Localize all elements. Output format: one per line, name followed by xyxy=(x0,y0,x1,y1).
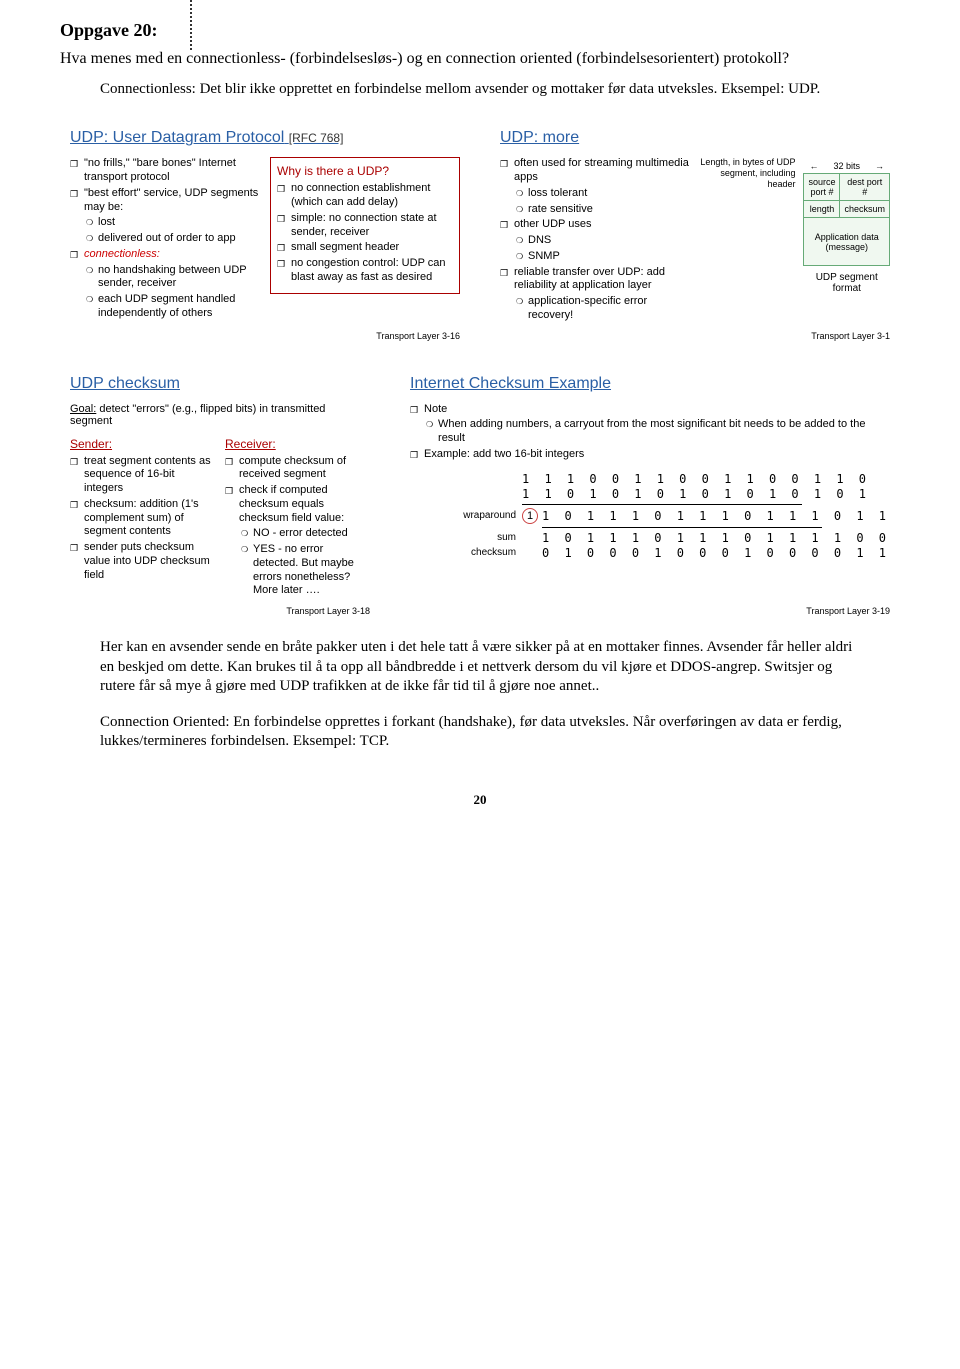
slide3-goal: Goal: detect "errors" (e.g., flipped bit… xyxy=(70,403,370,427)
bin-r4: 1 0 1 1 1 0 1 1 1 0 1 1 1 1 0 0 xyxy=(542,531,890,545)
task-answer-top: Connectionless: Det blir ikke opprettet … xyxy=(100,80,860,100)
list-item: simple: no connection state at sender, r… xyxy=(277,212,453,240)
seg-caption: UDP segment format xyxy=(803,272,890,294)
slide4-footer: Transport Layer 3-19 xyxy=(806,606,890,616)
slide2-title: UDP: more xyxy=(500,129,890,147)
slide1-left-list: "no frills," "bare bones" Internet trans… xyxy=(70,157,260,320)
bin-r1: 1 1 1 0 0 1 1 0 0 1 1 0 0 1 1 0 xyxy=(522,472,870,486)
slide3-title: UDP checksum xyxy=(70,375,370,393)
list-item-text: check if computed checksum equals checks… xyxy=(239,484,344,524)
bin-r2: 1 1 0 1 0 1 0 1 0 1 0 1 0 1 0 1 xyxy=(522,487,870,501)
list-item: compute checksum of received segment xyxy=(225,455,370,483)
slide-checksum-example: Internet Checksum Example Note When addi… xyxy=(400,363,900,621)
task-question: Hva menes med en connectionless- (forbin… xyxy=(60,49,900,70)
list-item: When adding numbers, a carryout from the… xyxy=(426,418,890,446)
list-item: "no frills," "bare bones" Internet trans… xyxy=(70,157,260,185)
wrap-circle: 1 xyxy=(522,508,538,524)
wrap-label: wraparound xyxy=(430,510,522,521)
slide-udp-checksum: UDP checksum Goal: detect "errors" (e.g.… xyxy=(60,363,380,621)
list-item: reliable transfer over UDP: add reliabil… xyxy=(500,266,690,323)
list-item: DNS xyxy=(516,234,690,248)
seg-data: Application data (message) xyxy=(804,218,890,266)
slide2-footer: Transport Layer 3-1 xyxy=(811,331,890,341)
list-item: application-specific error recovery! xyxy=(516,295,690,323)
seg-32bits: 32 bits xyxy=(803,161,890,171)
goal-text: detect "errors" (e.g., flipped bits) in … xyxy=(70,403,325,427)
list-item: loss tolerant xyxy=(516,187,690,201)
slides-row-1: UDP: User Datagram Protocol [RFC 768] "n… xyxy=(60,117,900,344)
slide1-title: UDP: User Datagram Protocol [RFC 768] xyxy=(70,129,460,147)
binary-example: 1 1 1 0 0 1 1 0 0 1 1 0 0 1 1 0 1 1 0 1 … xyxy=(430,472,890,560)
task-answer-mid1: Her kan en avsender sende en bråte pakke… xyxy=(100,638,860,697)
list-item-text: "best effort" service, UDP segments may … xyxy=(84,187,258,213)
dotted-divider xyxy=(190,0,192,50)
task-header: Oppgave 20: xyxy=(60,20,900,41)
segment-diagram: 32 bits source port # dest port # length… xyxy=(803,161,890,294)
task-answer-mid2: Connection Oriented: En forbindelse oppr… xyxy=(100,713,860,752)
why-udp-box: Why is there a UDP? no connection establ… xyxy=(270,157,460,293)
slide1-title-text: UDP: User Datagram Protocol xyxy=(70,129,284,146)
bin-r5: 0 1 0 0 0 1 0 0 0 1 0 0 0 0 1 1 xyxy=(542,546,890,560)
seg-dest-port: dest port # xyxy=(840,174,890,201)
slide4-title: Internet Checksum Example xyxy=(410,375,890,393)
list-item: NO - error detected xyxy=(241,527,370,541)
note-label: Note xyxy=(424,403,447,415)
page-number: 20 xyxy=(60,792,900,808)
list-item: no congestion control: UDP can blast awa… xyxy=(277,257,453,285)
slide1-footer: Transport Layer 3-16 xyxy=(376,331,460,341)
list-item-text: often used for streaming multimedia apps xyxy=(514,157,689,183)
slide-udp-more: UDP: more often used for streaming multi… xyxy=(490,117,900,344)
slide-udp-protocol: UDP: User Datagram Protocol [RFC 768] "n… xyxy=(60,117,470,344)
slide1-ref: [RFC 768] xyxy=(289,131,344,145)
list-item: Note When adding numbers, a carryout fro… xyxy=(410,403,890,446)
seg-length: length xyxy=(804,201,840,218)
list-item-red: connectionless: xyxy=(84,248,160,260)
list-item: no connection establishment (which can a… xyxy=(277,182,453,210)
seg-checksum: checksum xyxy=(840,201,890,218)
list-item: check if computed checksum equals checks… xyxy=(225,484,370,598)
bin-r3: 1 0 1 1 1 0 1 1 1 0 1 1 1 0 1 1 xyxy=(542,509,890,523)
list-item: YES - no error detected. But maybe error… xyxy=(241,543,370,598)
slides-row-2: UDP checksum Goal: detect "errors" (e.g.… xyxy=(60,363,900,621)
ck-label: checksum xyxy=(430,547,522,558)
why-title: Why is there a UDP? xyxy=(277,164,453,178)
list-item-text: YES - no error detected. But maybe error… xyxy=(253,543,354,596)
list-item: checksum: addition (1's complement sum) … xyxy=(70,498,215,539)
slide2-left-list: often used for streaming multimedia apps… xyxy=(500,157,690,322)
list-item-text: other UDP uses xyxy=(514,218,591,230)
sum-label: sum xyxy=(430,532,522,543)
slide3-footer: Transport Layer 3-18 xyxy=(286,606,370,616)
list-item: sender puts checksum value into UDP chec… xyxy=(70,541,215,582)
receiver-label: Receiver: xyxy=(225,437,370,451)
list-item: small segment header xyxy=(277,241,453,255)
list-item: rate sensitive xyxy=(516,203,690,217)
list-item: Example: add two 16-bit integers xyxy=(410,448,890,462)
goal-word: Goal: xyxy=(70,403,96,415)
list-item: lost xyxy=(86,216,260,230)
list-item: each UDP segment handled independently o… xyxy=(86,293,260,321)
seg-source-port: source port # xyxy=(804,174,840,201)
list-item: SNMP xyxy=(516,250,690,264)
list-item: no handshaking between UDP sender, recei… xyxy=(86,264,260,292)
list-item: "best effort" service, UDP segments may … xyxy=(70,187,260,246)
sender-label: Sender: xyxy=(70,437,215,451)
seg-len-label: Length, in bytes of UDP segment, includi… xyxy=(700,157,799,189)
list-item: often used for streaming multimedia apps… xyxy=(500,157,690,216)
list-item-text: reliable transfer over UDP: add reliabil… xyxy=(514,266,665,292)
list-item: connectionless: no handshaking between U… xyxy=(70,248,260,321)
list-item: treat segment contents as sequence of 16… xyxy=(70,455,215,496)
list-item: other UDP uses DNS SNMP xyxy=(500,218,690,263)
list-item: delivered out of order to app xyxy=(86,232,260,246)
